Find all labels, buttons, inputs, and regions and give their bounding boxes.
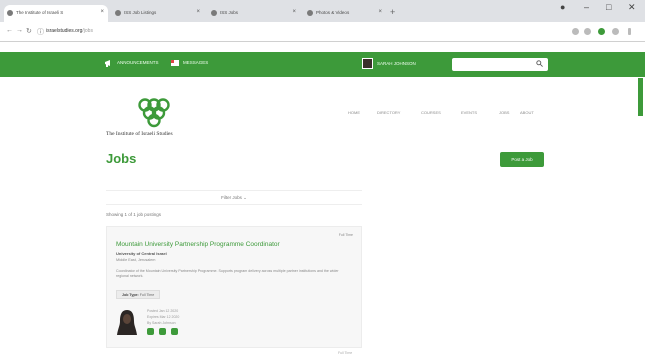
favicon-icon	[115, 10, 121, 16]
maximize-icon[interactable]: □	[606, 2, 611, 12]
menu-icon[interactable]	[628, 28, 631, 35]
posted-date: Posted Jan 12 2020	[147, 309, 179, 313]
avatar[interactable]	[362, 58, 373, 69]
job-type-value: Full Time	[139, 293, 155, 297]
address-bar: ← → ↻ ⓘ israelstudies.org/jobs	[0, 22, 645, 42]
twitter-icon[interactable]	[159, 328, 166, 335]
linkedin-icon[interactable]	[171, 328, 178, 335]
tab-title: The Institute of Israeli S	[16, 10, 64, 15]
browser-tab[interactable]: Photos & Videos ×	[304, 5, 386, 22]
star-icon[interactable]	[584, 28, 591, 35]
back-icon[interactable]: ←	[6, 27, 13, 34]
job-title-link[interactable]: Mountain University Partnership Programm…	[116, 241, 280, 248]
job-type-label: Job Type:	[122, 293, 139, 297]
close-window-icon[interactable]: ✕	[628, 2, 636, 13]
extension-icon[interactable]	[612, 28, 619, 35]
site-top-nav: ANNOUNCEMENTS MESSAGES SARAH JOHNSON	[0, 52, 645, 77]
job-description: Coordinator of the Mountain University P…	[116, 269, 339, 278]
nav-events[interactable]: EVENTS	[461, 110, 477, 115]
poster-avatar[interactable]	[116, 308, 138, 335]
minimize-icon[interactable]: –	[584, 2, 589, 12]
nav-home[interactable]: HOME	[348, 110, 360, 115]
user-menu[interactable]: SARAH JOHNSON	[377, 61, 416, 66]
zoom-icon[interactable]	[572, 28, 579, 35]
job-card[interactable]: Full Time Mountain University Partnershi…	[106, 226, 362, 348]
announcements-link[interactable]: ANNOUNCEMENTS	[117, 60, 159, 65]
nav-about[interactable]: ABOUT	[520, 110, 534, 115]
nav-directory[interactable]: DIRECTORY	[377, 110, 400, 115]
results-count: Showing 1 of 1 job postings	[106, 212, 162, 217]
browser-tab-bar: The Institute of Israeli S × ISS Job Lis…	[0, 0, 645, 22]
messages-link[interactable]: MESSAGES	[183, 60, 208, 65]
info-icon[interactable]: ⓘ	[37, 27, 44, 37]
filter-label: Filter Jobs	[221, 195, 242, 200]
job-type-tag: Job Type: Full Time	[116, 290, 161, 299]
url-field[interactable]: israelstudies.org/jobs	[46, 28, 93, 34]
favicon-icon	[307, 10, 313, 16]
close-tab-icon[interactable]: ×	[100, 9, 104, 15]
nav-jobs[interactable]: JOBS	[499, 110, 509, 115]
status-badge: Full Time	[338, 233, 353, 237]
url-path: /jobs	[82, 28, 93, 34]
search-input[interactable]	[452, 58, 548, 71]
post-job-button[interactable]: Post a Job	[500, 152, 544, 167]
extension-icon[interactable]	[598, 28, 605, 35]
megaphone-icon	[105, 60, 110, 67]
search-icon[interactable]	[536, 60, 543, 67]
nav-courses[interactable]: COURSES	[421, 110, 441, 115]
reload-icon[interactable]: ↻	[26, 27, 32, 35]
expires-date: Expires Mar 12 2020	[147, 315, 180, 319]
tab-title: ISS Job Listings	[124, 10, 157, 15]
chevron-down-icon: ⌄	[243, 195, 247, 200]
url-host: israelstudies.org	[46, 28, 83, 34]
forward-icon[interactable]: →	[16, 27, 23, 34]
filter-toggle[interactable]: Filter Jobs ⌄	[106, 190, 362, 205]
brand-name: The Institute of Israeli Studies	[106, 131, 173, 137]
browser-tab[interactable]: The Institute of Israeli S ×	[4, 5, 108, 22]
favicon-icon	[7, 10, 13, 16]
browser-tab[interactable]: ISS Job Listings ×	[112, 5, 204, 22]
posted-by: By Sarah Johnson	[147, 321, 176, 325]
logo-icon	[138, 98, 170, 128]
next-card-badge: Full Time	[338, 351, 353, 355]
browser-tab[interactable]: ISS Jobs ×	[208, 5, 300, 22]
job-location: Middle East, Jerusalem	[116, 258, 156, 262]
new-tab-icon[interactable]: +	[390, 7, 395, 17]
close-tab-icon[interactable]: ×	[292, 9, 296, 15]
close-tab-icon[interactable]: ×	[196, 9, 200, 15]
scrollbar-thumb[interactable]	[638, 78, 643, 116]
email-icon[interactable]	[147, 328, 154, 335]
close-tab-icon[interactable]: ×	[378, 9, 382, 15]
favicon-icon	[211, 10, 217, 16]
profile-icon[interactable]: ●	[560, 2, 565, 12]
tab-title: Photos & Videos	[316, 10, 350, 15]
message-icon	[171, 60, 179, 66]
tab-title: ISS Jobs	[220, 10, 239, 15]
job-organization: University of Central Israel	[116, 251, 167, 256]
page-title: Jobs	[106, 151, 137, 166]
